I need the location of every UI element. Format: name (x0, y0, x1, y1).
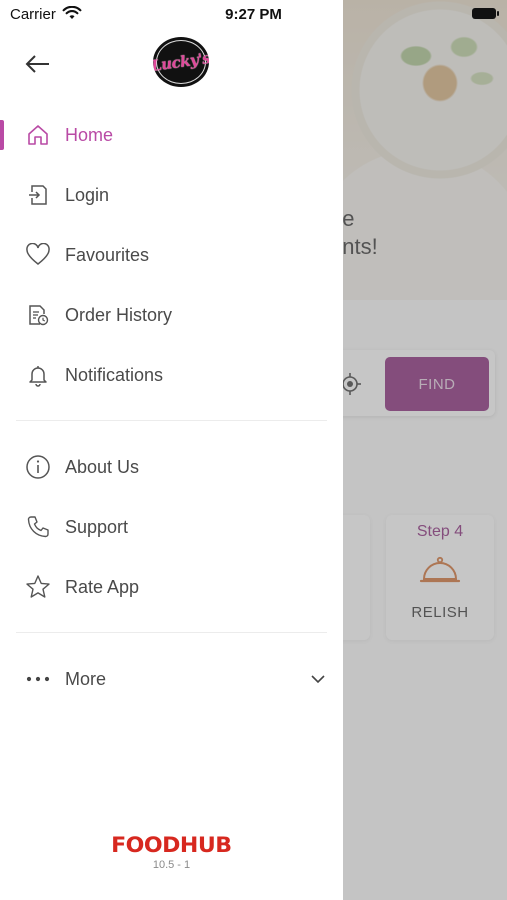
menu-item-label: About Us (65, 456, 140, 477)
menu-item-favourites[interactable]: Favourites (0, 227, 343, 283)
clock: 9:27 PM (225, 6, 282, 23)
menu-item-label: Support (65, 516, 129, 537)
more-dots-icon (24, 665, 52, 693)
menu-item-label: Order History (65, 304, 173, 325)
menu-divider (16, 420, 327, 421)
menu-item-more[interactable]: More (0, 651, 343, 707)
arrow-left-icon (25, 55, 49, 73)
login-icon (24, 181, 52, 209)
menu-item-support[interactable]: Support (0, 499, 343, 555)
home-icon (24, 121, 52, 149)
phone-icon (24, 513, 52, 541)
menu-item-label: Login (65, 184, 110, 205)
menu-item-label: More (65, 668, 107, 689)
menu-item-home[interactable]: Home (0, 107, 343, 163)
menu-item-label: Rate App (65, 576, 140, 597)
app-version: 10.5 - 1 (152, 859, 191, 871)
battery-icon (472, 8, 499, 19)
back-button[interactable] (22, 50, 54, 78)
brand-footer: FOODHUB 10.5 - 1 (0, 833, 343, 871)
bell-icon (24, 361, 52, 389)
navigation-drawer: Lucky's Home Login Favourites Order Hist… (0, 0, 343, 900)
menu-item-about-us[interactable]: About Us (0, 439, 343, 495)
restaurant-logo: Lucky's (153, 37, 209, 87)
heart-icon (24, 241, 52, 269)
menu-item-order-history[interactable]: Order History (0, 287, 343, 343)
menu-divider (16, 632, 327, 633)
menu-item-rate-app[interactable]: Rate App (0, 559, 343, 615)
foodhub-logo: FOODHUB (111, 833, 232, 857)
menu-item-login[interactable]: Login (0, 167, 343, 223)
status-bar: Carrier 9:27 PM (0, 0, 507, 28)
menu-item-notifications[interactable]: Notifications (0, 347, 343, 403)
chevron-down-icon[interactable] (308, 669, 328, 689)
info-icon (24, 453, 52, 481)
menu-item-label: Notifications (65, 364, 164, 385)
order-history-icon (24, 301, 52, 329)
menu-item-label: Favourites (65, 244, 150, 265)
menu-item-label: Home (65, 124, 114, 145)
star-icon (24, 573, 52, 601)
